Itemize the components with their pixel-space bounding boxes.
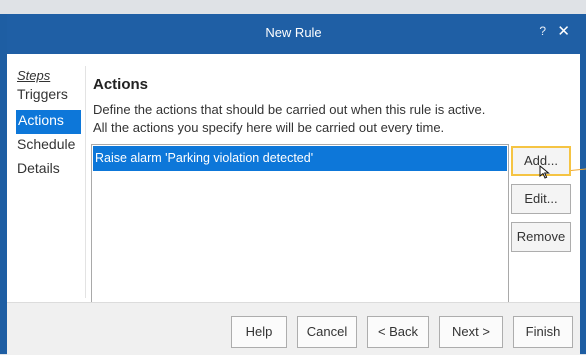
description-line-1: Define the actions that should be carrie… xyxy=(93,102,486,117)
mouse-cursor-icon xyxy=(539,165,550,179)
page-title: Actions xyxy=(93,76,149,93)
sidebar-item-actions[interactable]: Actions xyxy=(16,110,81,134)
steps-header: Steps xyxy=(17,68,51,83)
finish-button[interactable]: Finish xyxy=(513,316,573,348)
dialog-footer: Help Cancel < Back Next > Finish xyxy=(7,302,580,355)
list-item[interactable]: Raise alarm 'Parking violation detected' xyxy=(93,146,507,171)
dialog-title: New Rule xyxy=(265,25,322,40)
help-button[interactable]: Help xyxy=(231,316,287,348)
description-line-2: All the actions you specify here will be… xyxy=(93,120,445,135)
edit-button[interactable]: Edit... xyxy=(511,184,571,214)
sidebar-item-schedule[interactable]: Schedule xyxy=(17,136,75,152)
sidebar-item-details[interactable]: Details xyxy=(17,160,60,176)
remove-button[interactable]: Remove xyxy=(511,222,571,252)
cancel-button[interactable]: Cancel xyxy=(297,316,357,348)
back-button[interactable]: < Back xyxy=(367,316,429,348)
steps-sidebar: Steps Triggers Actions Schedule Details xyxy=(7,54,83,300)
help-icon[interactable]: ? xyxy=(539,24,546,38)
close-icon[interactable]: ✕ xyxy=(557,22,570,40)
sidebar-item-triggers[interactable]: Triggers xyxy=(17,86,68,102)
callout-line xyxy=(570,168,586,171)
sidebar-divider xyxy=(85,66,86,298)
next-button[interactable]: Next > xyxy=(439,316,503,348)
actions-list[interactable]: Raise alarm 'Parking violation detected' xyxy=(91,144,509,304)
title-bar[interactable]: New Rule ? ✕ xyxy=(7,14,580,54)
new-rule-dialog: New Rule ? ✕ Steps Triggers Actions Sche… xyxy=(0,14,586,355)
